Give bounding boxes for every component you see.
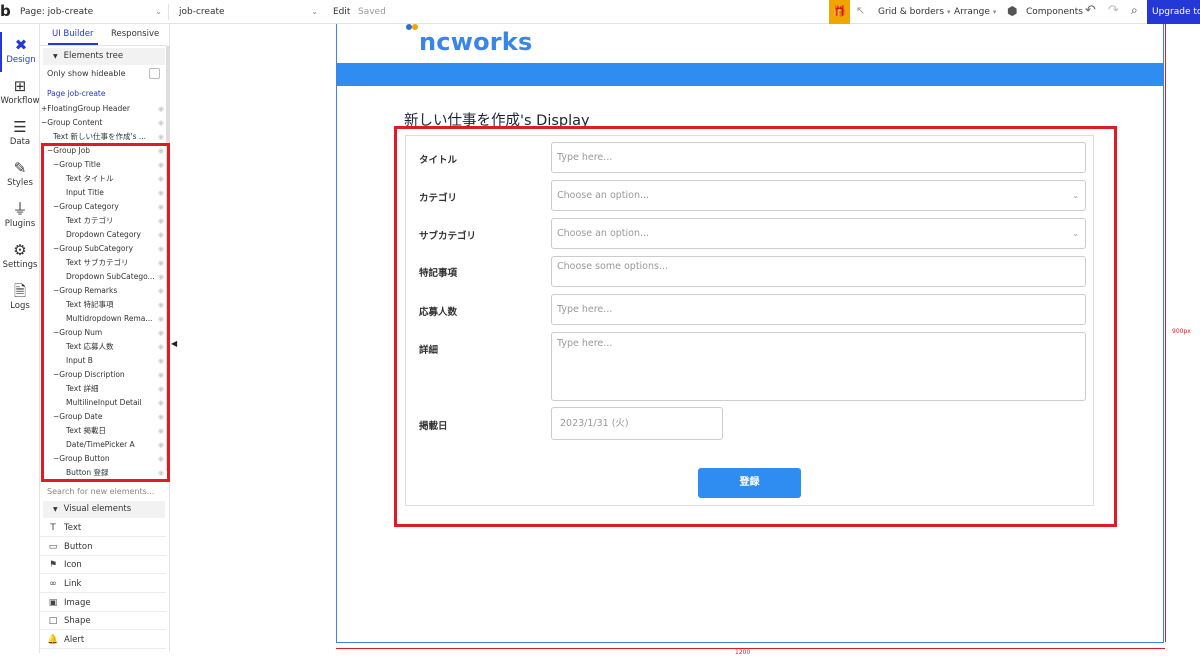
- rail-workflow[interactable]: ⊞ Workflow: [0, 73, 40, 113]
- tab-responsive[interactable]: Responsive: [111, 29, 159, 39]
- rail-settings[interactable]: ⚙ Settings: [0, 237, 40, 277]
- rail-plugins[interactable]: ⏚ Plugins: [0, 196, 40, 236]
- shape-icon: □: [48, 616, 58, 626]
- tab-ui-builder[interactable]: UI Builder: [48, 29, 97, 45]
- components-button[interactable]: Components: [1026, 4, 1083, 20]
- grid-borders-label: Grid & borders: [878, 7, 945, 17]
- rail-styles[interactable]: ✎ Styles: [0, 155, 40, 195]
- highlight-box-form: [394, 126, 1117, 527]
- bell-icon: 🔔: [47, 635, 59, 645]
- triangle-down-icon: ▼: [53, 53, 58, 60]
- panel-tabs: UI Builder Responsive: [40, 24, 166, 46]
- text-icon: T: [50, 523, 56, 533]
- image-icon: ▣: [48, 598, 58, 608]
- undo-icon[interactable]: ↶: [1085, 3, 1096, 18]
- rail-label: Styles: [7, 178, 33, 188]
- visual-element-image[interactable]: ▣ Image: [40, 594, 166, 612]
- elements-tree-title: Elements tree: [63, 51, 124, 61]
- search-elements-input[interactable]: Search for new elements...: [47, 487, 154, 496]
- width-marker: [336, 648, 1165, 649]
- chevron-down-icon: ▾: [992, 8, 997, 16]
- top-bar: b Page: job-create ⌄ job-create ⌄ Edit S…: [0, 0, 1200, 24]
- rail-label: Settings: [2, 260, 38, 270]
- brand-logo[interactable]: ncworks: [419, 28, 532, 56]
- page-select[interactable]: Page: job-create ⌄: [17, 4, 169, 20]
- element-select[interactable]: job-create ⌄: [176, 4, 324, 20]
- tree-item-label: −Group Content: [41, 118, 103, 127]
- rail-label: Workflow: [0, 96, 40, 106]
- grid-borders-menu[interactable]: Grid & borders ▾: [878, 4, 951, 20]
- only-hideable-label: Only show hideable: [47, 69, 126, 78]
- button-icon: ▭: [48, 542, 58, 552]
- only-hideable-checkbox[interactable]: [149, 68, 160, 79]
- tree-item[interactable]: −Group Content ◉: [40, 116, 166, 130]
- visual-element-link[interactable]: ∞ Link: [40, 575, 166, 593]
- visual-element-icon[interactable]: ⚑ Icon: [40, 556, 166, 574]
- visual-element-label: Icon: [64, 560, 82, 570]
- elements-tree-header[interactable]: ▼ Elements tree: [43, 48, 165, 65]
- visual-element-shape[interactable]: □ Shape: [40, 612, 166, 630]
- visual-element-label: Link: [64, 579, 82, 589]
- rail-logs[interactable]: 🗎 Logs: [0, 278, 40, 318]
- height-marker: [1165, 24, 1166, 642]
- gift-icon[interactable]: 🎁: [829, 0, 850, 24]
- search-icon[interactable]: ⌕: [1131, 3, 1138, 18]
- rail-data[interactable]: ☰ Data: [0, 114, 40, 154]
- cube-icon: ⬢: [1007, 4, 1018, 18]
- rail-label: Plugins: [4, 219, 36, 229]
- chevron-down-icon: ⌄: [155, 7, 162, 16]
- database-icon: ☰: [13, 118, 27, 136]
- page-select-label: Page: job-create: [20, 7, 94, 17]
- bubble-logo[interactable]: b: [0, 2, 16, 20]
- design-icon: ✖: [14, 36, 28, 54]
- flag-icon: ⚑: [48, 560, 58, 570]
- arrange-menu[interactable]: Arrange ▾: [954, 4, 996, 20]
- chevron-down-icon: ▾: [947, 8, 951, 16]
- collapse-panel-icon[interactable]: ◀: [171, 339, 177, 348]
- visual-elements-title: Visual elements: [63, 504, 132, 514]
- visual-element-label: Button: [64, 542, 93, 552]
- header-band: [337, 63, 1163, 86]
- tree-item-label: Text 新しい仕事を作成's ...: [53, 132, 147, 141]
- pointer-icon[interactable]: ↖: [856, 4, 865, 17]
- page-tree-root[interactable]: Page job-create: [47, 89, 106, 98]
- rail-design[interactable]: ✖ Design: [0, 32, 40, 72]
- rail-label: Logs: [10, 301, 30, 311]
- left-rail: ✖ Design ⊞ Workflow ☰ Data ✎ Styles ⏚ Pl…: [0, 24, 40, 653]
- visual-element-label: Image: [64, 598, 91, 608]
- eye-icon[interactable]: ◉: [158, 130, 164, 144]
- saved-status: Saved: [358, 7, 386, 17]
- redo-icon[interactable]: ↷: [1108, 3, 1119, 18]
- tree-item[interactable]: +FloatingGroup Header ◉: [40, 102, 166, 116]
- brush-icon: ✎: [13, 159, 27, 177]
- gear-icon: ⚙: [13, 241, 27, 259]
- visual-element-label: Text: [64, 523, 82, 533]
- height-label: 900px: [1172, 328, 1191, 335]
- visual-elements-header[interactable]: ▼ Visual elements: [43, 501, 165, 518]
- plug-icon: ⏚: [12, 200, 28, 218]
- rail-label: Design: [6, 55, 36, 65]
- chevron-down-icon: ⌄: [311, 7, 318, 16]
- eye-icon[interactable]: ◉: [158, 116, 164, 130]
- element-select-label: job-create: [179, 7, 225, 17]
- visual-element-button[interactable]: ▭ Button: [40, 538, 166, 556]
- highlight-box-tree: [41, 143, 170, 482]
- document-icon: 🗎: [13, 282, 27, 300]
- rail-label: Data: [9, 137, 31, 147]
- workflow-icon: ⊞: [13, 77, 27, 95]
- link-icon: ∞: [49, 579, 57, 589]
- eye-icon[interactable]: ◉: [158, 102, 164, 116]
- edit-menu[interactable]: Edit: [333, 4, 350, 20]
- arrange-label: Arrange: [954, 7, 990, 17]
- visual-element-label: Alert: [64, 635, 85, 645]
- visual-element-label: Shape: [64, 616, 91, 626]
- triangle-down-icon: ▼: [53, 506, 58, 513]
- visual-element-alert[interactable]: 🔔 Alert: [40, 631, 166, 649]
- visual-element-text[interactable]: T Text: [40, 519, 166, 537]
- tree-item-label: +FloatingGroup Header: [41, 104, 130, 113]
- upgrade-button[interactable]: Upgrade to: [1147, 0, 1200, 24]
- tree-item[interactable]: Text 新しい仕事を作成's ... ◉: [40, 130, 166, 144]
